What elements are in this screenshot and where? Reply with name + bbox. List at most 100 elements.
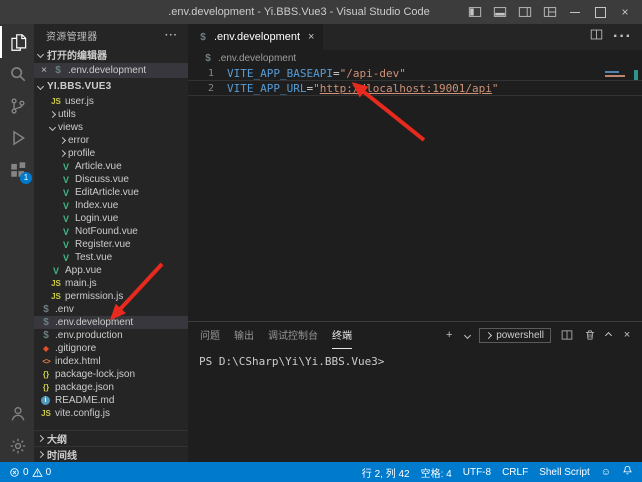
- tab-env-development[interactable]: $ .env.development ×: [188, 24, 323, 50]
- tab-close-icon[interactable]: ×: [308, 31, 314, 43]
- tree-item-Discuss.vue[interactable]: VDiscuss.vue: [34, 173, 188, 186]
- panel-header: 问题输出调试控制台终端 + powershell ×: [188, 322, 642, 348]
- vue-file-icon: V: [60, 201, 72, 211]
- sidebar-actions-icon[interactable]: ···: [165, 30, 178, 41]
- window-controls: ×: [458, 5, 642, 19]
- file-name: EditArticle.vue: [75, 187, 139, 198]
- code-editor[interactable]: 1VITE_APP_BASEAPI="/api-dev" 2VITE_APP_U…: [188, 66, 642, 321]
- url-link[interactable]: http://localhost:19001/api: [320, 82, 492, 95]
- kill-terminal-trash-icon[interactable]: [583, 328, 597, 342]
- tree-item-.gitignore[interactable]: ◆.gitignore: [34, 342, 188, 355]
- new-terminal-icon[interactable]: +: [442, 328, 456, 342]
- env-file-icon: $: [40, 317, 52, 328]
- tree-item-Test.vue[interactable]: VTest.vue: [34, 251, 188, 264]
- env-key: VITE_APP_URL: [227, 82, 306, 95]
- tree-item-README.md[interactable]: iREADME.md: [34, 394, 188, 407]
- tree-item-Register.vue[interactable]: VRegister.vue: [34, 238, 188, 251]
- settings-gear-icon[interactable]: [0, 430, 34, 462]
- explorer-icon[interactable]: [0, 26, 34, 58]
- js-file-icon: JS: [50, 292, 62, 301]
- json-file-icon: {}: [40, 383, 52, 392]
- open-editor-item[interactable]: × $ .env.development: [34, 63, 188, 78]
- terminal-prompt-icon: [485, 331, 492, 338]
- outline-label: 大纲: [47, 431, 67, 446]
- close-button[interactable]: ×: [618, 5, 632, 19]
- tree-item-package-lock.json[interactable]: {}package-lock.json: [34, 368, 188, 381]
- tree-item-Index.vue[interactable]: VIndex.vue: [34, 199, 188, 212]
- tree-item-.env.production[interactable]: $.env.production: [34, 329, 188, 342]
- code-line-2[interactable]: 2VITE_APP_URL="http://localhost:19001/ap…: [188, 80, 642, 96]
- quote: ": [492, 82, 499, 95]
- file-name: .gitignore: [55, 343, 96, 354]
- search-icon[interactable]: [0, 58, 34, 90]
- bottom-panel: 问题输出调试控制台终端 + powershell ×: [188, 321, 642, 462]
- vscode-window: .env.development - Yi.BBS.Vue3 - Visual …: [0, 0, 642, 482]
- tree-item-permission.js[interactable]: JSpermission.js: [34, 290, 188, 303]
- tree-item-.env.development[interactable]: $.env.development: [34, 316, 188, 329]
- tree-item-utils[interactable]: utils: [34, 108, 188, 121]
- split-terminal-icon[interactable]: [560, 328, 574, 342]
- tree-item-vite.config.js[interactable]: JSvite.config.js: [34, 407, 188, 420]
- accounts-icon[interactable]: [0, 398, 34, 430]
- close-editor-icon[interactable]: ×: [40, 65, 48, 76]
- editor-more-actions-icon[interactable]: ···: [613, 28, 632, 46]
- code-line-1[interactable]: 1VITE_APP_BASEAPI="/api-dev": [188, 66, 642, 80]
- panel-tab-问题[interactable]: 问题: [200, 322, 220, 349]
- encoding[interactable]: UTF-8: [463, 467, 491, 478]
- tree-item-.env[interactable]: $.env: [34, 303, 188, 316]
- run-debug-icon[interactable]: [0, 122, 34, 154]
- open-editors-header[interactable]: 打开的编辑器: [34, 46, 188, 63]
- maximize-panel-icon[interactable]: [605, 331, 612, 338]
- notifications-bell-icon[interactable]: [622, 465, 633, 479]
- equals-sign: =: [333, 67, 340, 80]
- terminal-output[interactable]: PS D:\CSharp\Yi\Yi.BBS.Vue3>: [188, 348, 642, 462]
- minimize-button[interactable]: [568, 5, 582, 19]
- split-editor-icon[interactable]: [590, 28, 603, 46]
- error-icon: [9, 467, 20, 478]
- eol-setting[interactable]: CRLF: [502, 467, 528, 478]
- panel-tab-调试控制台[interactable]: 调试控制台: [268, 322, 318, 349]
- problems-status[interactable]: 0 0: [9, 467, 51, 478]
- tree-item-Login.vue[interactable]: VLogin.vue: [34, 212, 188, 225]
- file-name: utils: [58, 109, 76, 120]
- feedback-smiley-icon[interactable]: ☺: [601, 467, 611, 478]
- toggle-primary-sidebar-icon[interactable]: [468, 5, 482, 19]
- minimap[interactable]: [604, 69, 630, 79]
- tree-item-App.vue[interactable]: VApp.vue: [34, 264, 188, 277]
- terminal-prompt: PS D:\CSharp\Yi\Yi.BBS.Vue3>: [199, 355, 384, 368]
- extensions-icon[interactable]: 1: [0, 154, 34, 186]
- minimap-line: [605, 75, 625, 77]
- breadcrumb[interactable]: $ .env.development: [188, 50, 642, 66]
- terminal-shell-selector[interactable]: powershell: [479, 328, 551, 343]
- panel-tab-输出[interactable]: 输出: [234, 322, 254, 349]
- tree-item-Article.vue[interactable]: VArticle.vue: [34, 160, 188, 173]
- tree-item-NotFound.vue[interactable]: VNotFound.vue: [34, 225, 188, 238]
- tree-item-error[interactable]: error: [34, 134, 188, 147]
- tree-item-EditArticle.vue[interactable]: VEditArticle.vue: [34, 186, 188, 199]
- chevron-down-icon[interactable]: [464, 331, 471, 338]
- timeline-section-header[interactable]: 时间线: [34, 446, 188, 462]
- close-panel-icon[interactable]: ×: [620, 328, 634, 342]
- tree-item-views[interactable]: views: [34, 121, 188, 134]
- toggle-secondary-sidebar-icon[interactable]: [518, 5, 532, 19]
- tree-item-user.js[interactable]: JSuser.js: [34, 95, 188, 108]
- maximize-button[interactable]: [593, 5, 607, 19]
- cursor-position[interactable]: 行 2, 列 42: [362, 465, 410, 480]
- panel-tab-终端[interactable]: 终端: [332, 322, 352, 349]
- tree-item-main.js[interactable]: JSmain.js: [34, 277, 188, 290]
- git-file-icon: ◆: [40, 344, 52, 353]
- error-count: 0: [23, 467, 29, 478]
- file-name: NotFound.vue: [75, 226, 138, 237]
- tree-item-profile[interactable]: profile: [34, 147, 188, 160]
- customize-layout-icon[interactable]: [543, 5, 557, 19]
- tree-item-index.html[interactable]: <>index.html: [34, 355, 188, 368]
- source-control-icon[interactable]: [0, 90, 34, 122]
- workspace-header[interactable]: YI.BBS.VUE3: [34, 78, 188, 95]
- tree-item-package.json[interactable]: {}package.json: [34, 381, 188, 394]
- workspace-name: YI.BBS.VUE3: [47, 81, 111, 92]
- indentation-setting[interactable]: 空格: 4: [421, 465, 452, 480]
- outline-section-header[interactable]: 大纲: [34, 430, 188, 446]
- vue-file-icon: V: [60, 162, 72, 172]
- language-mode[interactable]: Shell Script: [539, 467, 590, 478]
- toggle-panel-icon[interactable]: [493, 5, 507, 19]
